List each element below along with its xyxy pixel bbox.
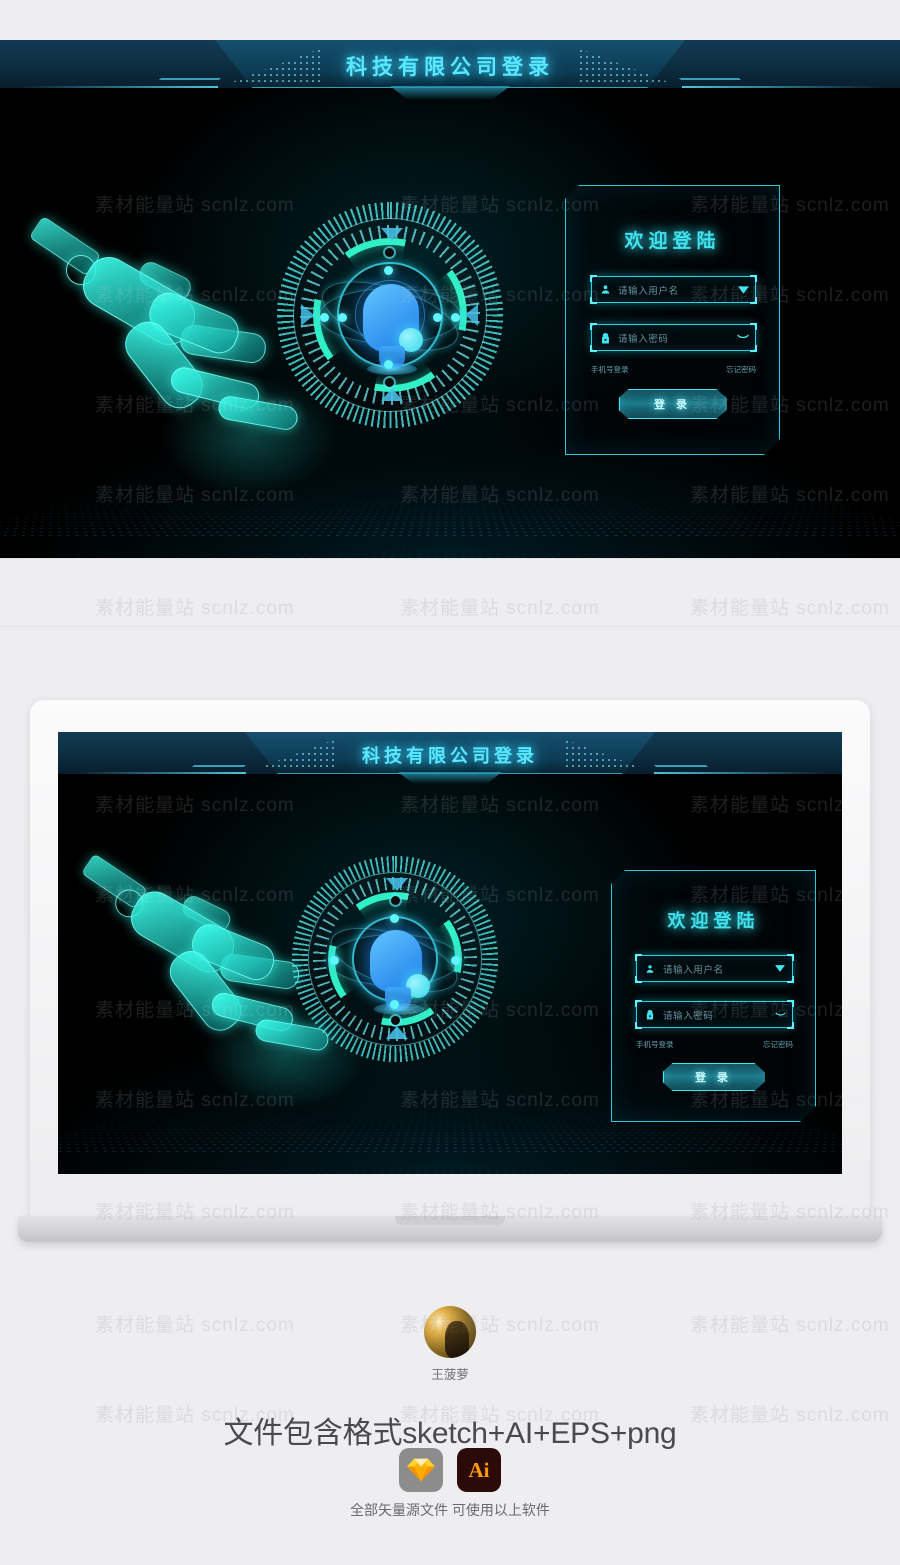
chevron-down-icon[interactable] bbox=[731, 286, 755, 294]
header-bevel-right bbox=[678, 78, 742, 80]
mock-hud-circle-graphic bbox=[290, 854, 500, 1064]
mock-phone-login-link[interactable]: 手机号登录 bbox=[636, 1039, 674, 1050]
laptop-mockup: 科技有限公司登录 欢迎登陆 请输入用户名 请输入密码 手机号登录 忘记密码 登 … bbox=[18, 700, 882, 1260]
app-icon-row: Ai bbox=[0, 1448, 900, 1492]
login-panel: 欢迎登陆 请输入用户名 请输入密码 手机号登录 忘记密码 登 录 bbox=[565, 185, 780, 455]
mock-username-placeholder: 请输入用户名 bbox=[663, 964, 724, 976]
mock-page-title: 科技有限公司登录 bbox=[362, 746, 538, 766]
mock-app-header-bar: 科技有限公司登录 bbox=[58, 732, 842, 774]
particle-wave-graphic bbox=[0, 418, 900, 558]
mock-password-input[interactable]: 请输入密码 bbox=[636, 1001, 793, 1028]
illustrator-icon-label: Ai bbox=[468, 1457, 490, 1482]
login-panel-title: 欢迎登陆 bbox=[624, 231, 721, 252]
divider-mid bbox=[0, 626, 900, 627]
divider-top bbox=[0, 558, 900, 559]
username-input[interactable]: 请输入用户名 bbox=[591, 276, 756, 303]
password-input[interactable]: 请输入密码 bbox=[591, 324, 756, 351]
watermark-text: 素材能量站 scnlz.com bbox=[95, 1315, 295, 1336]
login-meta-row: 手机号登录 忘记密码 bbox=[591, 364, 756, 375]
mock-login-panel-title: 欢迎登陆 bbox=[667, 911, 760, 931]
laptop-base-notch bbox=[395, 1216, 505, 1225]
eye-closed-icon[interactable] bbox=[731, 334, 755, 341]
footer-note: 全部矢量源文件 可使用以上软件 bbox=[350, 1502, 550, 1518]
mock-login-meta-row: 手机号登录 忘记密码 bbox=[636, 1039, 793, 1050]
mock-chevron-down-icon[interactable] bbox=[768, 965, 792, 972]
laptop-lid: 科技有限公司登录 欢迎登陆 请输入用户名 请输入密码 手机号登录 忘记密码 登 … bbox=[30, 700, 870, 1218]
header-accent-line-left bbox=[18, 86, 218, 88]
phone-login-link[interactable]: 手机号登录 bbox=[591, 364, 629, 375]
page-title: 科技有限公司登录 bbox=[346, 56, 554, 79]
author-name: 王菠萝 bbox=[431, 1368, 469, 1382]
user-icon bbox=[592, 284, 618, 295]
mock-password-placeholder: 请输入密码 bbox=[663, 1010, 714, 1022]
watermark-text: 素材能量站 scnlz.com bbox=[95, 598, 295, 619]
mock-lock-icon bbox=[637, 1009, 663, 1020]
promo-text: 文件包含格式sketch+AI+EPS+png bbox=[223, 1417, 677, 1450]
robot-head-icon bbox=[363, 284, 423, 352]
mock-user-icon bbox=[637, 964, 663, 974]
header-accent-line-right bbox=[682, 86, 882, 88]
mock-forgot-password-link[interactable]: 忘记密码 bbox=[763, 1039, 793, 1050]
forgot-password-link[interactable]: 忘记密码 bbox=[726, 364, 756, 375]
app-header-bar: 科技有限公司登录 bbox=[0, 40, 900, 88]
password-placeholder: 请输入密码 bbox=[618, 333, 669, 345]
watermark-text: 素材能量站 scnlz.com bbox=[690, 1315, 890, 1336]
lock-icon bbox=[592, 332, 618, 344]
mock-username-input[interactable]: 请输入用户名 bbox=[636, 955, 793, 982]
avatar[interactable] bbox=[424, 1306, 476, 1358]
mock-eye-closed-icon[interactable] bbox=[768, 1012, 792, 1018]
watermark-text: 素材能量站 scnlz.com bbox=[690, 598, 890, 619]
header-bevel-left bbox=[158, 78, 222, 80]
mock-particle-wave bbox=[58, 1054, 842, 1174]
illustrator-icon: Ai bbox=[457, 1448, 501, 1492]
username-placeholder: 请输入用户名 bbox=[618, 285, 679, 297]
laptop-screen: 科技有限公司登录 欢迎登陆 请输入用户名 请输入密码 手机号登录 忘记密码 登 … bbox=[58, 732, 842, 1174]
page-root: 科技有限公司登录 欢迎登陆 请输入用户名 请输入密码 手机号登录 忘记密码 登 … bbox=[0, 0, 900, 1565]
hud-circle-graphic bbox=[275, 200, 505, 430]
watermark-text: 素材能量站 scnlz.com bbox=[400, 598, 600, 619]
login-submit-button[interactable]: 登 录 bbox=[619, 389, 727, 419]
sketch-icon bbox=[399, 1448, 443, 1492]
hero-preview: 科技有限公司登录 欢迎登陆 请输入用户名 请输入密码 手机号登录 忘记密码 登 … bbox=[0, 40, 900, 558]
